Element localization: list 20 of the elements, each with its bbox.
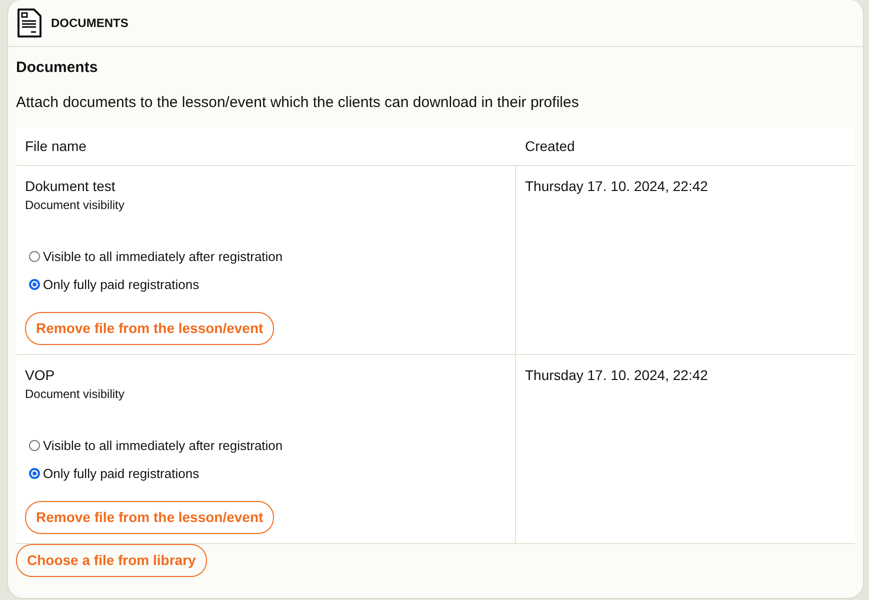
radio-button[interactable]	[29, 251, 40, 262]
radio-button[interactable]	[29, 440, 40, 451]
created-date: Thursday 17. 10. 2024, 22:42	[525, 367, 708, 383]
radio-label[interactable]: Visible to all immediately after registration	[43, 438, 283, 453]
panel-title: DOCUMENTS	[51, 16, 128, 30]
section-heading: Documents	[16, 59, 99, 76]
created-date: Thursday 17. 10. 2024, 22:42	[525, 178, 708, 194]
radio-label[interactable]: Visible to all immediately after registration	[43, 249, 283, 264]
file-name: Dokument test	[25, 177, 116, 195]
column-header: Created	[525, 138, 575, 154]
visibility-label: Document visibility	[25, 387, 126, 401]
visibility-label: Document visibility	[25, 198, 126, 212]
radio-label[interactable]: Only fully paid registrations	[43, 466, 200, 481]
radio-label[interactable]: Only fully paid registrations	[43, 277, 200, 292]
radio-button[interactable]	[29, 468, 40, 479]
document-icon	[17, 8, 42, 38]
section-description: Attach documents to the lesson/event which the clients can download in their profiles	[16, 94, 580, 111]
file-name: VOP	[25, 366, 56, 384]
radio-button[interactable]	[29, 279, 40, 290]
column-header: File name	[25, 138, 86, 154]
